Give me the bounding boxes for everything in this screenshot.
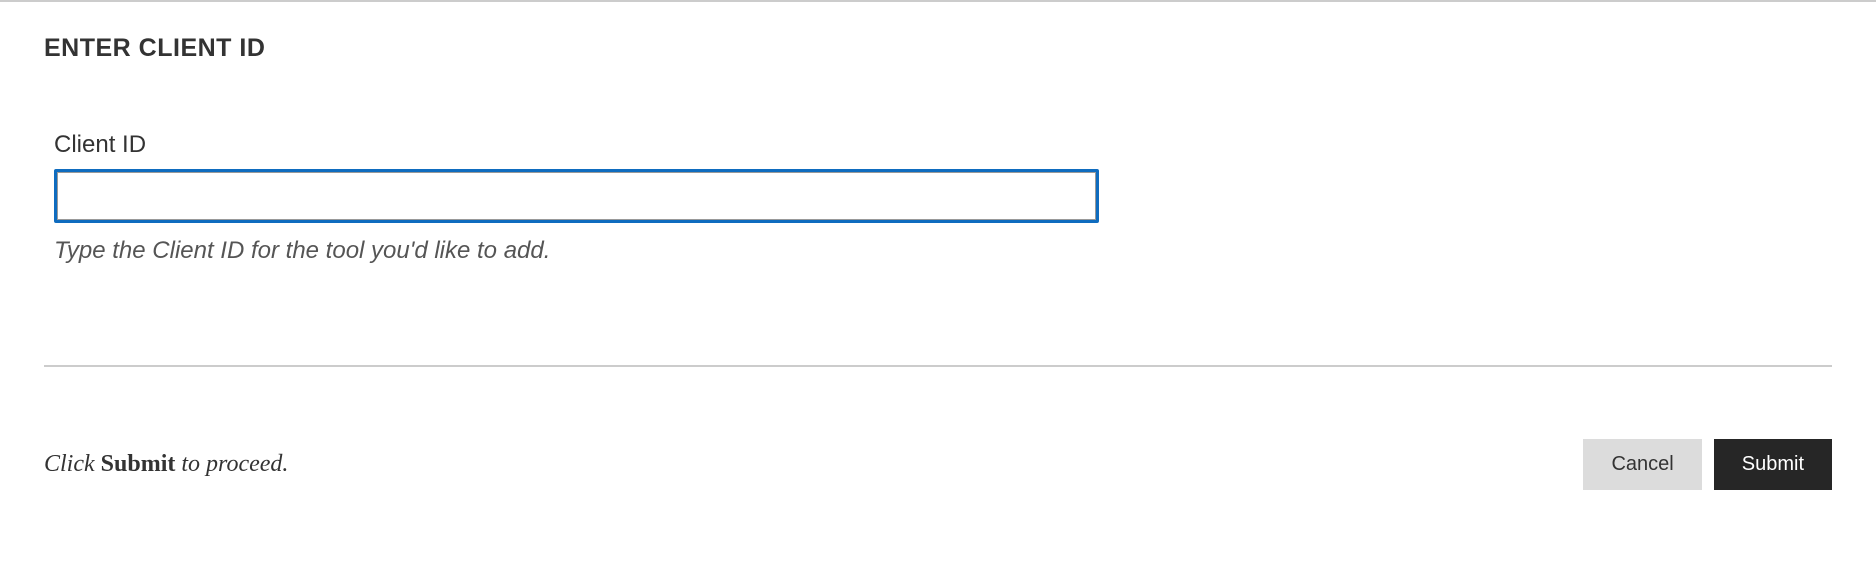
footer-instruction-prefix: Click: [44, 451, 101, 477]
form-container: ENTER CLIENT ID Client ID Type the Clien…: [0, 34, 1876, 530]
footer-instruction-bold: Submit: [101, 451, 176, 477]
client-id-input[interactable]: [57, 172, 1096, 220]
client-id-form-group: Client ID Type the Client ID for the too…: [54, 131, 1832, 265]
button-group: Cancel Submit: [1583, 439, 1832, 490]
submit-button[interactable]: Submit: [1714, 439, 1832, 490]
bottom-divider: [44, 365, 1832, 367]
client-id-input-focus-ring: [54, 169, 1099, 223]
client-id-help-text: Type the Client ID for the tool you'd li…: [54, 237, 1832, 265]
cancel-button[interactable]: Cancel: [1583, 439, 1701, 490]
client-id-label: Client ID: [54, 131, 1832, 159]
top-divider: [0, 0, 1876, 2]
footer-instruction: Click Submit to proceed.: [44, 451, 288, 478]
footer-row: Click Submit to proceed. Cancel Submit: [44, 439, 1832, 530]
section-heading: ENTER CLIENT ID: [44, 34, 1832, 63]
footer-instruction-suffix: to proceed.: [175, 451, 288, 477]
